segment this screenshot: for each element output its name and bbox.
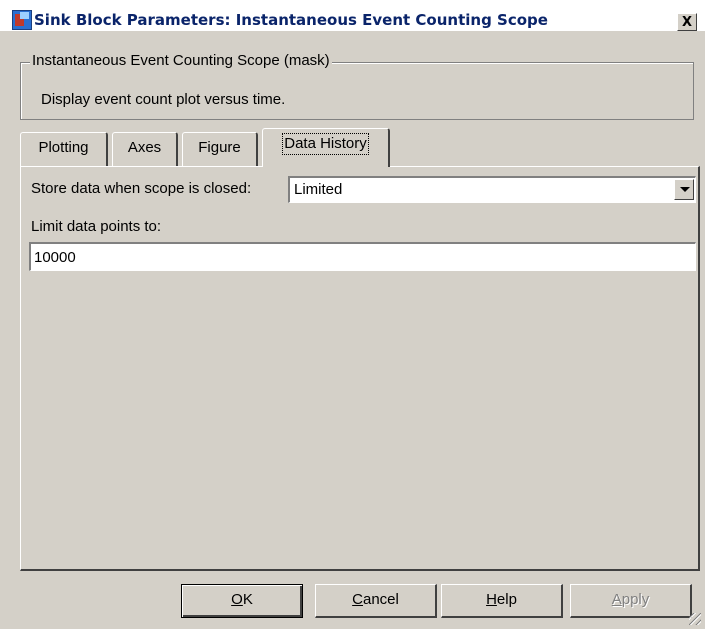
ok-button[interactable]: OK xyxy=(181,584,303,618)
help-mnemonic: H xyxy=(486,591,497,608)
store-data-select[interactable]: Limited xyxy=(288,176,696,203)
simulink-app-icon xyxy=(12,10,32,30)
apply-mnemonic: A xyxy=(611,591,622,608)
tab-figure[interactable]: Figure xyxy=(182,132,258,166)
ok-label: K xyxy=(242,591,253,608)
help-label: elp xyxy=(496,591,517,608)
cancel-button[interactable]: Cancel xyxy=(315,584,437,618)
tab-plotting[interactable]: Plotting xyxy=(20,132,108,166)
tab-data-history[interactable]: Data History xyxy=(262,128,390,167)
window-title: Sink Block Parameters: Instantaneous Eve… xyxy=(34,11,548,29)
tab-label: Axes xyxy=(127,139,162,156)
mask-description: Display event count plot versus time. xyxy=(41,91,286,108)
apply-button[interactable]: Apply xyxy=(570,584,692,618)
title-bar: Sink Block Parameters: Instantaneous Eve… xyxy=(0,0,705,31)
store-data-value: Limited xyxy=(294,181,343,198)
apply-label: pply xyxy=(621,591,650,608)
mask-group-title: Instantaneous Event Counting Scope (mask… xyxy=(30,52,332,69)
resize-grip-icon[interactable] xyxy=(689,613,701,625)
tab-axes[interactable]: Axes xyxy=(112,132,178,166)
store-data-label: Store data when scope is closed: xyxy=(31,180,252,197)
tab-label: Plotting xyxy=(38,139,89,156)
limit-points-input[interactable] xyxy=(29,242,696,271)
ok-mnemonic: O xyxy=(231,591,243,608)
tab-label: Figure xyxy=(198,139,241,156)
help-button[interactable]: Help xyxy=(441,584,563,618)
chevron-down-icon[interactable] xyxy=(674,179,694,200)
limit-points-label: Limit data points to: xyxy=(31,218,162,235)
tab-label: Data History xyxy=(282,133,369,155)
cancel-mnemonic: C xyxy=(352,591,363,608)
close-button[interactable]: X xyxy=(677,13,697,31)
cancel-label: ancel xyxy=(362,591,399,608)
